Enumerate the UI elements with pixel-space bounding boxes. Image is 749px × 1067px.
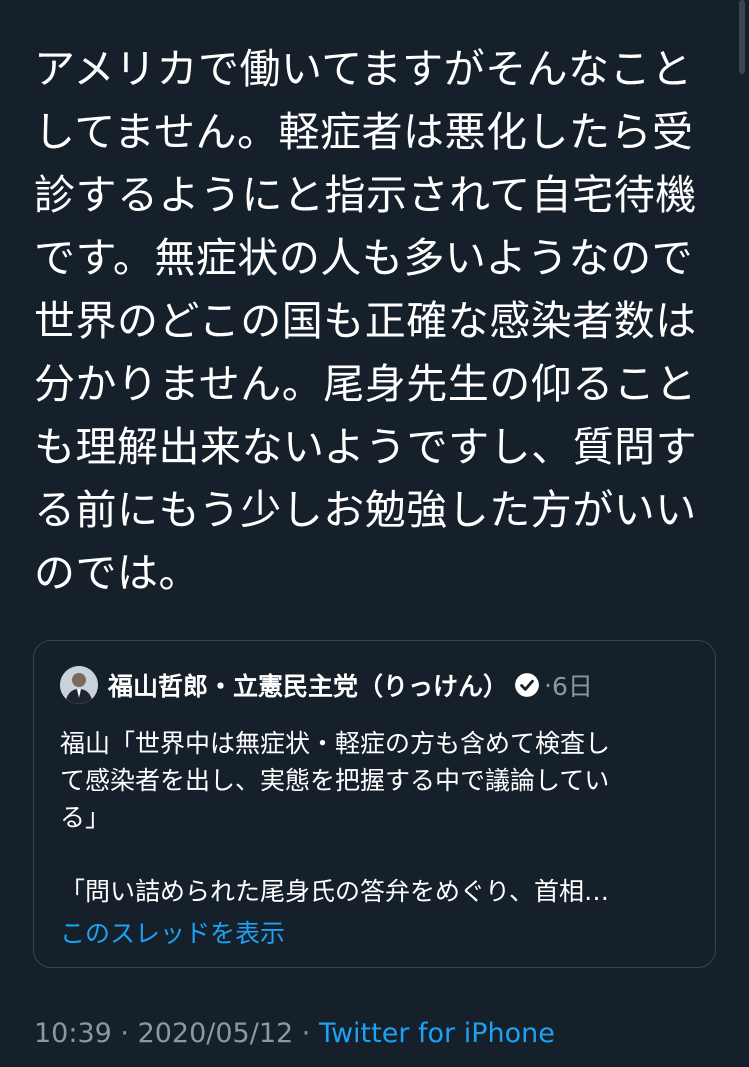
tweet-text-line: も理解出来ないようですし、質問す: [34, 423, 698, 471]
quoted-tweet-card[interactable]: 福山哲郎・立憲民主党（りっけん） · 6日 福山「世界中は無症状・軽症の方も含め…: [33, 640, 716, 968]
quoted-author-name[interactable]: 福山哲郎・立憲民主党（りっけん）: [108, 667, 508, 703]
verified-badge-icon: [515, 673, 539, 697]
avatar-image: [60, 666, 98, 704]
tweet-text-line: る前にもう少しお勉強した方がいい: [34, 486, 697, 534]
tweet-text-line: してません。軽症者は悪化したら受: [34, 108, 694, 156]
quoted-tweet-date[interactable]: 6日: [552, 667, 593, 703]
meta-separator: ·: [544, 670, 552, 700]
show-thread-link[interactable]: このスレッドを表示: [60, 915, 285, 952]
quoted-text-line: 福山「世界中は無症状・軽症の方も含めて検査し: [60, 729, 611, 758]
avatar[interactable]: [60, 666, 98, 704]
tweet-metadata-footer: 10:39 · 2020/05/12 · Twitter for iPhone: [34, 1014, 555, 1054]
tweet-text-line: です。無症状の人も多いようなので: [34, 234, 694, 282]
quoted-tweet-header: 福山哲郎・立憲民主党（りっけん） · 6日: [60, 665, 593, 705]
tweet-text: アメリカで働いてますがそんなこと してません。軽症者は悪化したら受 診するように…: [34, 38, 704, 605]
tweet-text-line: アメリカで働いてますがそんなこと: [34, 45, 693, 93]
tweet-source-link[interactable]: Twitter for iPhone: [319, 1018, 555, 1049]
tweet-text-line: 世界のどこの国も正確な感染者数は: [34, 297, 697, 345]
quoted-text-line: て感染者を出し、実態を把握する中で議論してい: [60, 766, 610, 795]
quoted-tweet-body: 福山「世界中は無症状・軽症の方も含めて検査し て感染者を出し、実態を把握する中で…: [60, 725, 700, 910]
tweet-text-line: のでは。: [34, 549, 200, 597]
scrollbar[interactable]: [739, 0, 745, 74]
footer-separator: ·: [293, 1018, 319, 1049]
footer-separator: ·: [111, 1018, 138, 1049]
tweet-date: 2020/05/12: [137, 1018, 294, 1049]
tweet-time: 10:39: [34, 1018, 112, 1049]
quoted-text-line: 「問い詰められた尾身氏の答弁をめぐり、首相…: [60, 877, 610, 906]
tweet-text-line: 診するようにと指示されて自宅待機: [34, 171, 697, 219]
tweet-text-line: 分かりません。尾身先生の仰ること: [34, 360, 697, 408]
quoted-text-line: る」: [60, 803, 111, 832]
